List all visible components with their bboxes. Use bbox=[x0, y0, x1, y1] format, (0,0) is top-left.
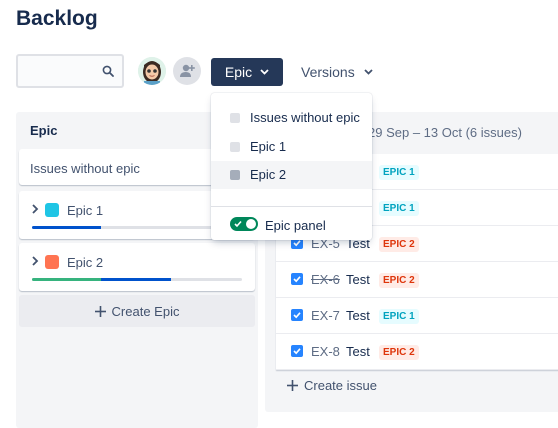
create-issue-button[interactable]: Create issue bbox=[287, 378, 377, 393]
epic-card-epic-2[interactable]: Epic 2 bbox=[19, 243, 255, 291]
epic-color-swatch bbox=[45, 255, 59, 269]
epic-progress-in-progress bbox=[32, 226, 102, 229]
versions-filter-label: Versions bbox=[301, 64, 355, 80]
issues-without-epic-label: Issues without epic bbox=[30, 161, 140, 176]
page-title: Backlog bbox=[16, 7, 98, 30]
add-people-button[interactable] bbox=[173, 57, 201, 85]
epic-panel-title: Epic bbox=[30, 123, 58, 138]
plus-icon bbox=[287, 380, 298, 391]
dropdown-item-label: Epic 2 bbox=[250, 167, 287, 182]
epic-name: Epic 2 bbox=[67, 255, 104, 270]
epic-color-swatch bbox=[45, 203, 59, 217]
issue-key[interactable]: EX-6 bbox=[311, 272, 340, 287]
issue-row[interactable]: EX-7 Test EPIC 1 bbox=[276, 298, 558, 334]
epic-panel-toggle[interactable] bbox=[230, 217, 258, 231]
dropdown-item-epic-2[interactable]: Epic 2 bbox=[211, 161, 372, 189]
epic-name: Epic 1 bbox=[67, 203, 104, 218]
epic-badge: EPIC 2 bbox=[379, 345, 419, 360]
issue-summary: Test bbox=[346, 344, 370, 359]
dropdown-item-issues-without-epic[interactable]: Issues without epic bbox=[211, 104, 372, 132]
issue-type-icon bbox=[291, 273, 303, 285]
checkbox[interactable] bbox=[230, 142, 240, 152]
epic-badge: EPIC 2 bbox=[379, 273, 419, 288]
issue-row[interactable]: EX-8 Test EPIC 2 bbox=[276, 334, 558, 370]
create-issue-label: Create issue bbox=[304, 378, 377, 393]
epic-panel-toggle-label: Epic panel bbox=[265, 218, 326, 233]
toggle-knob bbox=[246, 219, 256, 229]
search-input[interactable] bbox=[16, 54, 124, 88]
dropdown-item-label: Epic 1 bbox=[250, 139, 287, 154]
dropdown-item-label: Issues without epic bbox=[250, 110, 360, 125]
issue-key[interactable]: EX-7 bbox=[311, 308, 340, 323]
checkbox[interactable] bbox=[230, 170, 240, 180]
sprint-dates: 29 Sep – 13 Oct (6 issues) bbox=[368, 125, 522, 140]
issue-key[interactable]: EX-8 bbox=[311, 344, 340, 359]
create-epic-button[interactable]: Create Epic bbox=[19, 295, 255, 327]
user-avatar-icon bbox=[138, 57, 166, 85]
create-epic-label: Create Epic bbox=[111, 303, 180, 319]
chevron-right-icon[interactable] bbox=[31, 256, 39, 266]
chevron-down-icon bbox=[260, 69, 269, 75]
checkbox[interactable] bbox=[230, 113, 240, 123]
dropdown-item-epic-1[interactable]: Epic 1 bbox=[211, 133, 372, 161]
epic-filter-button[interactable]: Epic bbox=[211, 58, 283, 86]
issue-summary: Test bbox=[346, 308, 370, 323]
epic-progress-in-progress bbox=[101, 278, 171, 281]
epic-progress-done bbox=[32, 278, 102, 281]
add-user-icon bbox=[180, 64, 195, 77]
issue-type-icon bbox=[291, 345, 303, 357]
check-icon bbox=[234, 220, 242, 228]
issue-type-icon bbox=[291, 309, 303, 321]
issue-row[interactable]: EX-6 Test EPIC 2 bbox=[276, 262, 558, 298]
chevron-down-icon bbox=[364, 69, 373, 75]
versions-filter-button[interactable]: Versions bbox=[293, 58, 381, 86]
plus-icon bbox=[94, 305, 106, 317]
epic-badge: EPIC 1 bbox=[379, 201, 419, 216]
avatar[interactable] bbox=[138, 57, 166, 85]
epic-filter-dropdown: Issues without epic Epic 1 Epic 2 Epic p… bbox=[211, 93, 372, 240]
search-icon bbox=[102, 65, 114, 77]
epic-filter-label: Epic bbox=[224, 64, 253, 80]
chevron-right-icon[interactable] bbox=[31, 204, 39, 214]
dropdown-divider bbox=[211, 206, 372, 207]
epic-badge: EPIC 1 bbox=[379, 309, 419, 324]
epic-badge: EPIC 2 bbox=[379, 237, 419, 252]
epic-badge: EPIC 1 bbox=[379, 165, 419, 180]
issue-summary: Test bbox=[346, 272, 370, 287]
epic-progress-bar bbox=[32, 278, 242, 281]
